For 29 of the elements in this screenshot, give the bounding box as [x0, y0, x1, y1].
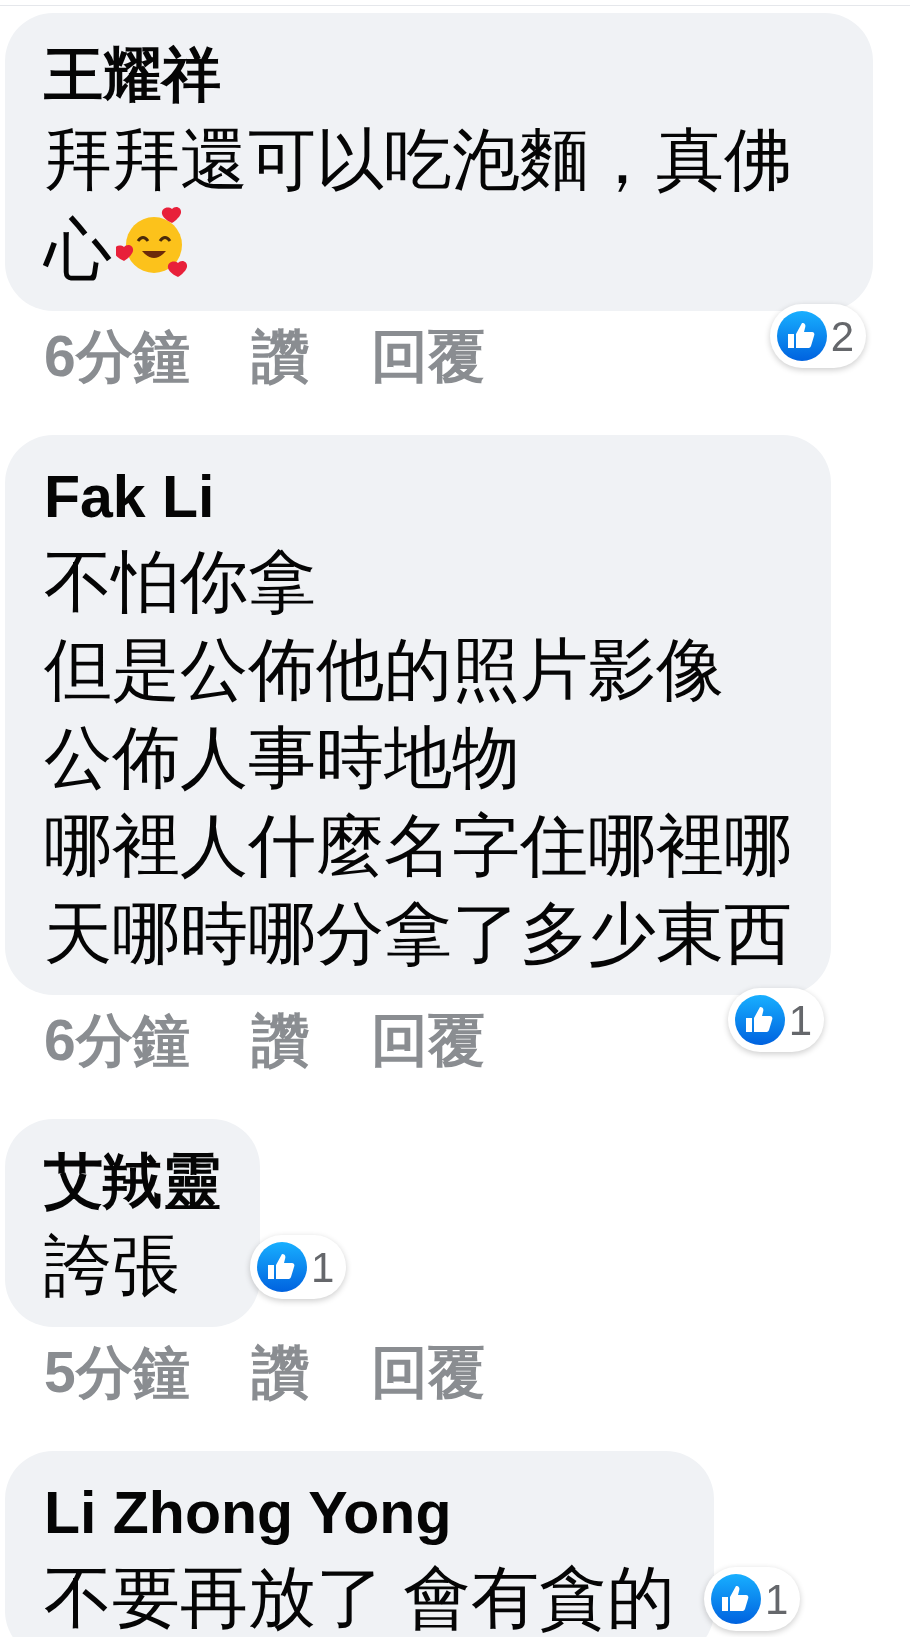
reaction-count[interactable]: 1 [250, 1235, 347, 1299]
comment-line: 天哪時哪分拿了多少東西 [44, 894, 792, 973]
comment-line: 不怕你拿 [44, 542, 317, 621]
author-name[interactable]: 王耀祥 [44, 35, 834, 115]
reaction-count[interactable]: 2 [769, 304, 866, 368]
author-name[interactable]: 艾羢靈 [44, 1141, 221, 1221]
comment-time: 6分鐘 [44, 1007, 190, 1074]
reaction-count[interactable]: 1 [727, 988, 824, 1052]
comment-line: 哪裡人什麼名字住哪裡哪 [44, 806, 792, 885]
author-name[interactable]: Li Zhong Yong [44, 1473, 675, 1553]
like-link[interactable]: 讚 [251, 1337, 309, 1407]
comment-text: 拜拜還可以吃泡麵，真佛心 [44, 120, 793, 289]
like-link[interactable]: 讚 [251, 1005, 309, 1075]
like-icon [734, 995, 785, 1045]
reply-link[interactable]: 回覆 [370, 1337, 485, 1407]
author-name[interactable]: Fak Li [44, 457, 792, 537]
like-icon [776, 311, 827, 361]
comment-text: 不要再放了 會有貪的 [44, 1558, 675, 1637]
like-link[interactable]: 讚 [251, 321, 309, 391]
like-icon [711, 1574, 761, 1624]
comment-text: 誇張 [44, 1226, 181, 1305]
reply-link[interactable]: 回覆 [370, 1005, 485, 1075]
comment-line: 但是公佈他的照片影像 [44, 630, 725, 709]
reply-link[interactable]: 回覆 [370, 321, 485, 391]
comment-time: 5分鐘 [44, 1339, 190, 1406]
like-icon [257, 1242, 307, 1292]
comment-line: 公佈人事時地物 [44, 718, 521, 797]
reaction-count[interactable]: 1 [704, 1567, 801, 1631]
comment-time: 6分鐘 [44, 323, 190, 390]
